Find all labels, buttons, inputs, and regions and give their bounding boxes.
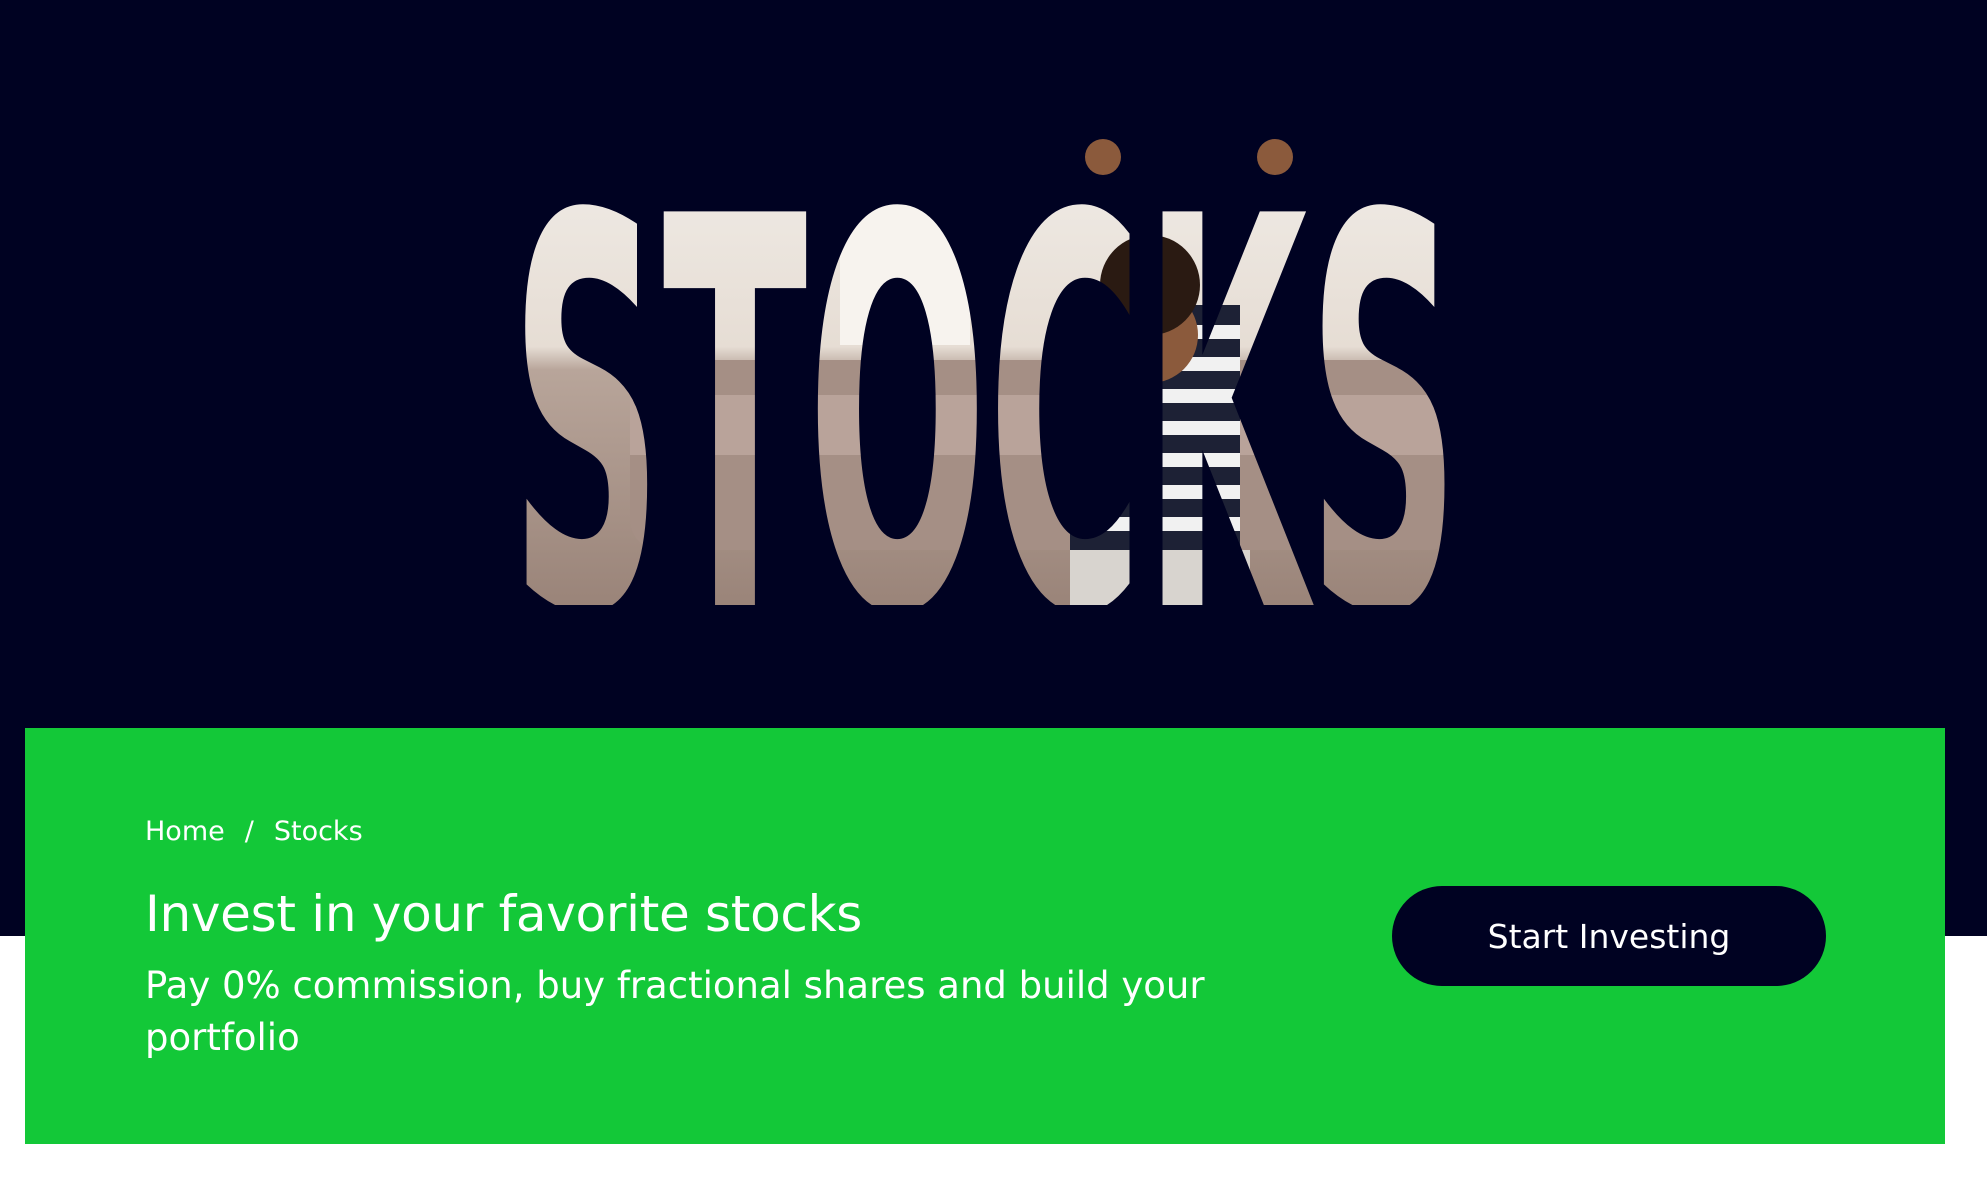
- breadcrumb-current-link[interactable]: Stocks: [274, 816, 363, 847]
- intro-panel: Home / Stocks Invest in your favorite st…: [25, 728, 1945, 1144]
- breadcrumb: Home / Stocks: [145, 816, 363, 847]
- page-subtitle: Pay 0% commission, buy fractional shares…: [145, 964, 1205, 1059]
- breadcrumb-home-link[interactable]: Home: [145, 816, 225, 847]
- page: STOCKS: [0, 0, 1987, 1195]
- stocks-word-photo-icon: STOCKS: [510, 135, 1460, 605]
- hero-word-image: STOCKS: [510, 135, 1460, 605]
- breadcrumb-separator: /: [244, 816, 254, 847]
- start-investing-button[interactable]: Start Investing: [1392, 886, 1826, 986]
- page-title: Invest in your favorite stocks: [145, 885, 863, 943]
